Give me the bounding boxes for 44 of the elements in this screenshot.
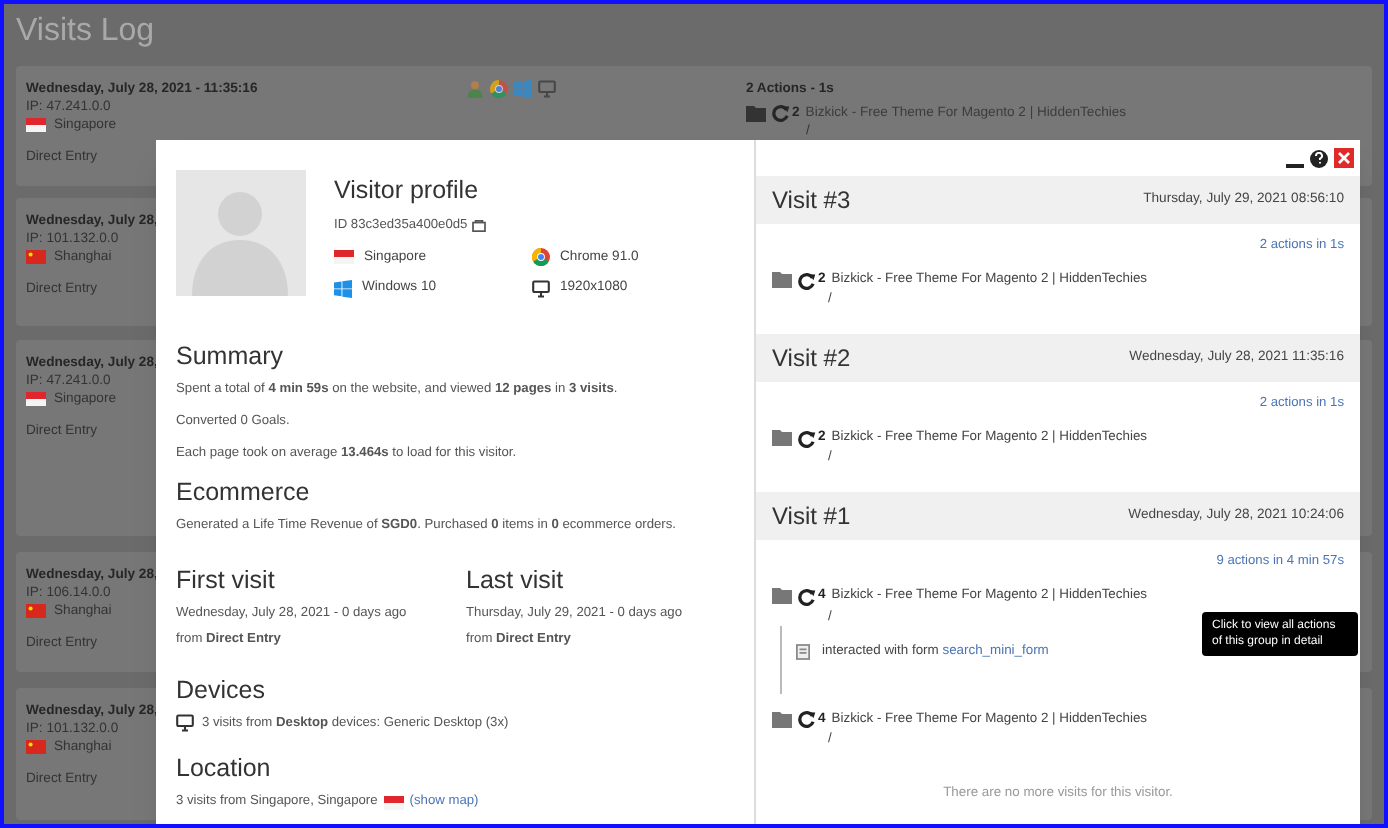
reload-icon [772, 104, 790, 122]
section-heading: First visit [176, 566, 275, 597]
flag-icon [26, 392, 46, 406]
person-icon [466, 80, 484, 98]
flag-icon [26, 118, 46, 132]
chrome-icon [532, 248, 550, 267]
question-icon [1314, 152, 1324, 164]
monitor-icon [176, 714, 194, 733]
page-title: Visits Log [16, 12, 155, 52]
flag-icon [334, 250, 354, 265]
reload-icon [798, 429, 816, 448]
flag-icon [26, 740, 46, 754]
reload-icon [798, 710, 816, 729]
flag-icon [383, 795, 404, 810]
close-button[interactable] [1334, 148, 1354, 168]
avatar-placeholder [176, 170, 306, 296]
visit-title: Visit #3 [772, 184, 851, 218]
folder-icon [772, 711, 792, 728]
windows-icon [334, 279, 352, 298]
form-icon [796, 643, 810, 660]
folder-icon [772, 430, 792, 447]
section-heading: Devices [176, 676, 265, 707]
section-heading: Summary [176, 342, 283, 373]
monitor-icon [532, 279, 550, 298]
visit-title: Visit #2 [772, 342, 851, 377]
folder-icon [772, 588, 792, 605]
monitor-icon [538, 80, 556, 98]
folder-icon [746, 105, 766, 121]
profile-title: Visitor profile [334, 176, 479, 206]
reload-icon [798, 271, 816, 290]
help-button[interactable] [1310, 149, 1328, 167]
folder-icon [772, 272, 792, 289]
section-heading: Ecommerce [176, 478, 310, 509]
flag-icon [26, 250, 46, 264]
flag-icon [26, 604, 46, 618]
visit-title: Visit #1 [772, 500, 851, 535]
export-icon [471, 219, 486, 232]
section-heading: Last visit [466, 566, 564, 597]
close-icon [1338, 152, 1350, 164]
minus-icon [1286, 163, 1304, 167]
chrome-icon [490, 80, 508, 98]
section-heading: Location [176, 754, 271, 785]
reload-icon [798, 587, 816, 606]
windows-icon [514, 80, 532, 98]
